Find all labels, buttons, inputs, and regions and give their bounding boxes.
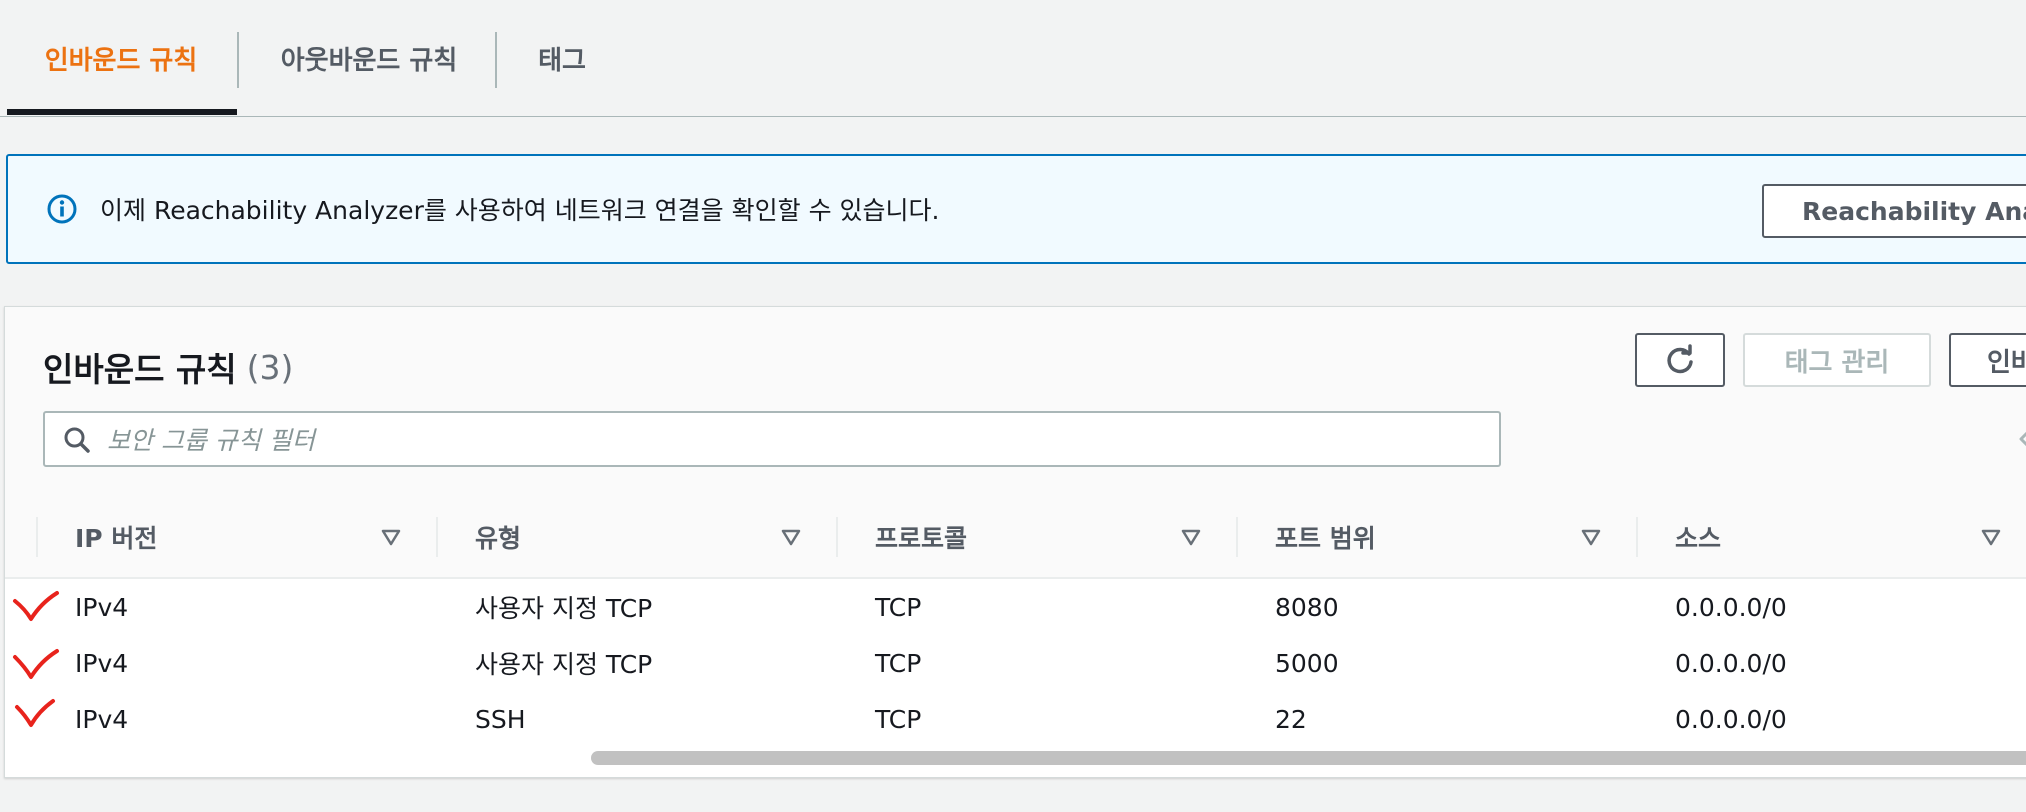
chevron-left-icon[interactable]	[2015, 425, 2026, 453]
table-row[interactable]: IPv4 SSH TCP 22 0.0.0.0/0	[5, 691, 2026, 748]
tab-inbound-rules[interactable]: 인바운드 규칙	[38, 0, 204, 116]
cell-port-range: 5000	[1275, 648, 1339, 678]
column-header-protocol[interactable]: 프로토콜	[875, 497, 967, 577]
cell-source: 0.0.0.0/0	[1675, 592, 1787, 622]
rule-count: (3)	[246, 347, 294, 387]
cell-ip-version: IPv4	[75, 704, 129, 734]
tab-divider	[495, 32, 497, 88]
cell-protocol: TCP	[875, 704, 922, 734]
cell-port-range: 22	[1275, 704, 1307, 734]
sort-icon[interactable]	[780, 527, 802, 547]
table-row[interactable]: IPv4 사용자 지정 TCP TCP 5000 0.0.0.0/0	[5, 635, 2026, 692]
reachability-analyzer-button[interactable]: Reachability Analyzer	[1762, 184, 2026, 238]
tab-outbound-rules[interactable]: 아웃바운드 규칙	[276, 0, 462, 116]
rules-filter	[43, 411, 1501, 467]
cell-source: 0.0.0.0/0	[1675, 704, 1787, 734]
table-header: IP 버전 유형 프로토콜 포트 범위 소스	[5, 497, 2026, 579]
sort-icon[interactable]	[1180, 527, 1202, 547]
info-icon	[47, 194, 77, 224]
column-header-type[interactable]: 유형	[475, 497, 521, 577]
column-divider	[1636, 517, 1638, 557]
cell-type: 사용자 지정 TCP	[475, 650, 653, 679]
column-divider	[436, 517, 438, 557]
sort-icon[interactable]	[1580, 527, 1602, 547]
cell-ip-version: IPv4	[75, 592, 129, 622]
sort-icon[interactable]	[1980, 527, 2002, 547]
column-header-port-range[interactable]: 포트 범위	[1275, 497, 1376, 577]
table-row[interactable]: IPv4 사용자 지정 TCP TCP 8080 0.0.0.0/0	[5, 579, 2026, 636]
cell-source: 0.0.0.0/0	[1675, 648, 1787, 678]
tab-tags[interactable]: 태그	[534, 0, 590, 116]
tab-divider	[237, 32, 239, 88]
panel-header: 인바운드 규칙 (3) 태그 관리 인바운드 규칙 편집	[5, 307, 2026, 498]
cell-ip-version: IPv4	[75, 648, 129, 678]
search-icon	[64, 427, 90, 453]
tab-bar: 인바운드 규칙 아웃바운드 규칙 태그	[0, 0, 2026, 117]
security-group-rules-page: 인바운드 규칙 아웃바운드 규칙 태그 이제 Reachability Anal…	[0, 0, 2026, 812]
column-divider	[836, 517, 838, 557]
scrollbar-thumb[interactable]	[591, 751, 2026, 765]
red-check-annotation-icon	[15, 699, 55, 727]
rules-filter-input[interactable]	[105, 413, 1489, 467]
panel-title-text: 인바운드 규칙	[43, 350, 237, 389]
refresh-button[interactable]	[1635, 333, 1725, 387]
inbound-rules-panel: 인바운드 규칙 (3) 태그 관리 인바운드 규칙 편집	[4, 306, 2026, 778]
active-tab-indicator	[7, 109, 237, 115]
cell-type: 사용자 지정 TCP	[475, 594, 653, 623]
cell-protocol: TCP	[875, 592, 922, 622]
panel-title: 인바운드 규칙 (3)	[43, 337, 293, 397]
refresh-icon	[1667, 344, 1693, 374]
red-check-annotation-icon	[13, 649, 59, 679]
info-alert: 이제 Reachability Analyzer를 사용하여 네트워크 연결을 …	[6, 154, 2026, 264]
red-check-annotation-icon	[13, 591, 59, 621]
column-divider	[1236, 517, 1238, 557]
column-divider	[36, 517, 38, 557]
sort-icon[interactable]	[380, 527, 402, 547]
cell-protocol: TCP	[875, 648, 922, 678]
column-header-source[interactable]: 소스	[1675, 497, 1721, 577]
cell-port-range: 8080	[1275, 592, 1339, 622]
manage-tags-button[interactable]: 태그 관리	[1743, 333, 1931, 387]
edit-inbound-rules-button[interactable]: 인바운드 규칙 편집	[1949, 333, 2026, 387]
column-header-ip-version[interactable]: IP 버전	[75, 497, 157, 577]
horizontal-scrollbar[interactable]	[5, 743, 2026, 773]
alert-message: 이제 Reachability Analyzer를 사용하여 네트워크 연결을 …	[100, 196, 940, 225]
cell-type: SSH	[475, 704, 526, 734]
